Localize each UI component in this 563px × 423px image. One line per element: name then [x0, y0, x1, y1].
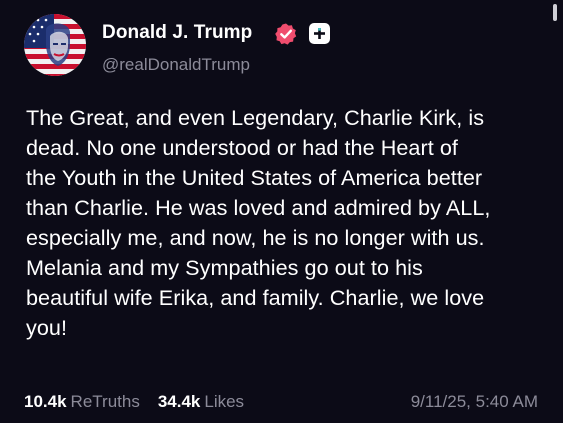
likes-count: 34.4k	[157, 392, 201, 411]
post-body-line: The Great, and even Legendary, Charlie K…	[26, 105, 485, 130]
author-display-name[interactable]: Donald J. Trump	[102, 22, 252, 44]
truth-post: Donald J. Trump @realDonaldTrump The Gre…	[0, 0, 563, 423]
retruths-stat[interactable]: 10.4k ReTruths	[24, 392, 140, 412]
retruths-label: ReTruths	[70, 392, 140, 411]
avatar-flag-portrait-image	[24, 14, 86, 76]
author-handle[interactable]: @realDonaldTrump	[102, 55, 250, 75]
post-stats: 10.4k ReTruths 34.4k Likes	[24, 392, 244, 412]
retruths-count: 10.4k	[24, 392, 67, 411]
post-timestamp[interactable]: 9/11/25, 5:40 AM	[411, 392, 538, 412]
post-body-line: than Charlie. He was loved and admired b…	[26, 195, 491, 220]
scrollbar-thumb[interactable]	[553, 4, 557, 21]
post-body-line: beautiful wife Erika, and family. Charli…	[26, 285, 485, 310]
follow-button[interactable]	[309, 23, 330, 44]
likes-stat[interactable]: 34.4k Likes	[158, 392, 244, 412]
post-body-line: especially me, and now, he is no longer …	[26, 225, 485, 250]
verified-badge-icon	[274, 22, 298, 46]
post-body-text: The Great, and even Legendary, Charlie K…	[26, 103, 546, 343]
avatar[interactable]	[24, 14, 86, 76]
post-body-line: the Youth in the United States of Americ…	[26, 165, 483, 190]
post-body-line: Melania and my Sympathies go out to his	[26, 255, 423, 280]
plus-icon	[314, 28, 325, 39]
post-body-line: you!	[26, 315, 68, 340]
post-body-line: dead. No one understood or had the Heart…	[26, 135, 458, 160]
likes-label: Likes	[204, 392, 245, 411]
